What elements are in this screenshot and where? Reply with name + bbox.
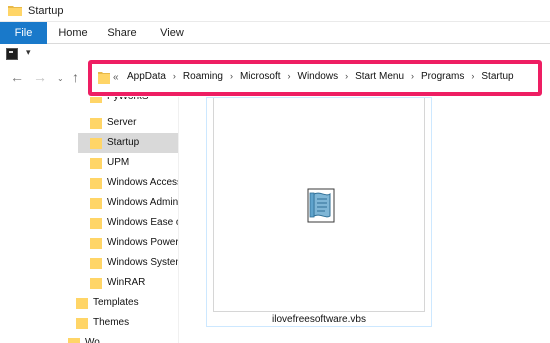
title-bar: Startup: [0, 0, 550, 22]
script-icon: [307, 188, 335, 223]
tab-file[interactable]: File: [0, 22, 47, 44]
forward-arrow-icon[interactable]: →: [33, 70, 47, 84]
tab-share[interactable]: Share: [103, 22, 141, 44]
chevron-right-icon[interactable]: ›: [288, 71, 291, 81]
command-prompt-icon[interactable]: [6, 48, 18, 60]
folder-icon: [90, 278, 102, 289]
tree-item[interactable]: UPM: [90, 153, 178, 173]
tab-home[interactable]: Home: [55, 22, 91, 44]
address-bar[interactable]: « AppData › Roaming › Microsoft › Windows › Star…: [88, 60, 542, 96]
crumb-start-menu[interactable]: Start Menu: [355, 71, 404, 82]
folder-icon: [90, 138, 102, 149]
recent-locations-icon[interactable]: ⌄: [57, 72, 64, 86]
address-overflow-icon[interactable]: «: [113, 72, 119, 83]
tree-item-selected[interactable]: Startup: [78, 133, 178, 153]
file-preview: [213, 98, 425, 312]
folder-icon: [90, 97, 102, 103]
tree-item[interactable]: Windows Access: [90, 173, 178, 193]
tree-item[interactable]: Windows Admin: [90, 193, 178, 213]
tree-item[interactable]: PyWorkS: [90, 97, 178, 107]
folder-icon: [76, 298, 88, 309]
back-arrow-icon[interactable]: ←: [10, 70, 24, 84]
folder-icon: [90, 178, 102, 189]
crumb-microsoft[interactable]: Microsoft: [240, 71, 281, 82]
tab-view[interactable]: View: [155, 22, 189, 44]
tree-item[interactable]: Windows Power: [90, 233, 178, 253]
tree-item[interactable]: WinRAR: [90, 273, 178, 293]
chevron-right-icon[interactable]: ›: [345, 71, 348, 81]
chevron-right-icon[interactable]: ›: [471, 71, 474, 81]
up-arrow-icon[interactable]: ↑: [72, 70, 79, 84]
folder-icon: [90, 258, 102, 269]
folder-icon: [76, 318, 88, 329]
folder-icon: [90, 118, 102, 129]
tree-item[interactable]: Windows System: [90, 253, 178, 273]
navigation-pane: PyWorkS Server Startup UPM Windows Acces…: [0, 97, 178, 343]
navigation-pane-scrollbar[interactable]: [178, 97, 188, 343]
folder-icon: [68, 338, 80, 343]
folder-icon: [90, 218, 102, 229]
chevron-right-icon[interactable]: ›: [230, 71, 233, 81]
tree-item[interactable]: Wo: [68, 333, 178, 343]
ribbon-tabs: File Home Share View: [0, 22, 550, 44]
window-title: Startup: [28, 5, 64, 17]
folder-icon: [90, 158, 102, 169]
tree-item[interactable]: Server: [90, 113, 178, 133]
chevron-right-icon[interactable]: ›: [173, 71, 176, 81]
crumb-windows[interactable]: Windows: [298, 71, 339, 82]
tree-item[interactable]: Themes: [76, 313, 178, 333]
file-item[interactable]: ilovefreesoftware.vbs: [206, 97, 432, 327]
tree-item[interactable]: Templates: [76, 293, 178, 313]
folder-icon: [90, 198, 102, 209]
crumb-programs[interactable]: Programs: [421, 71, 464, 82]
breadcrumb: AppData › Roaming › Microsoft › Windows › Start …: [127, 71, 514, 85]
folder-icon: [90, 238, 102, 249]
folder-icon: [98, 72, 110, 84]
crumb-startup[interactable]: Startup: [481, 71, 513, 82]
file-name: ilovefreesoftware.vbs: [272, 314, 366, 325]
tree-item[interactable]: Windows Ease o: [90, 213, 178, 233]
chevron-right-icon[interactable]: ›: [411, 71, 414, 81]
folder-icon: [8, 6, 22, 16]
crumb-appdata[interactable]: AppData: [127, 71, 166, 82]
crumb-roaming[interactable]: Roaming: [183, 71, 223, 82]
qat-dropdown-icon[interactable]: ▾: [26, 47, 31, 58]
